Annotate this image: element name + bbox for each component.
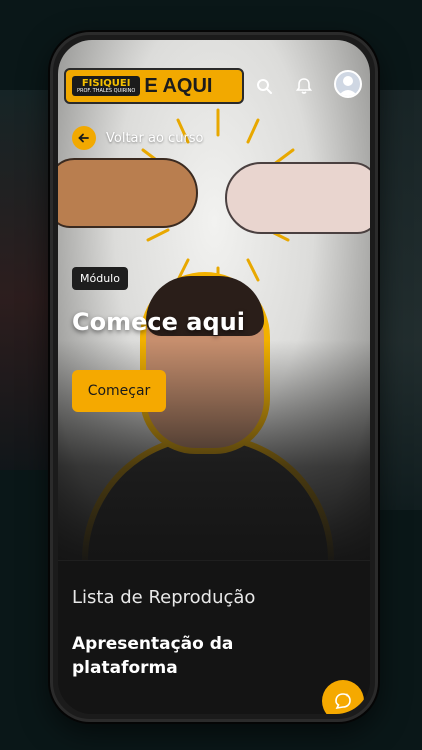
brand-logo[interactable]: FISIQUEI PROF. THALES QUIRINO E AQUI [64, 68, 244, 104]
bell-icon[interactable] [292, 74, 316, 98]
logo-badge: FISIQUEI PROF. THALES QUIRINO [72, 75, 141, 97]
playlist-item[interactable]: Apresentação da plataforma [72, 633, 302, 681]
playlist-heading: Lista de Reprodução [72, 587, 256, 608]
left-fist-illustration [58, 158, 198, 228]
right-fist-illustration [225, 162, 370, 234]
module-tag: Módulo [72, 267, 128, 290]
phone-frame: FISIQUEI PROF. THALES QUIRINO E AQUI Vol… [50, 32, 378, 722]
logo-subtitle: PROF. THALES QUIRINO [77, 87, 136, 94]
chat-bubble-icon [335, 693, 351, 710]
logo-text: E AQUI [144, 74, 213, 97]
start-button[interactable]: Começar [72, 370, 166, 412]
arrow-left-icon[interactable] [72, 126, 96, 150]
user-avatar-icon[interactable] [334, 70, 362, 98]
chat-support-button[interactable] [322, 680, 364, 714]
search-icon[interactable] [252, 74, 276, 98]
back-label: Voltar ao curso [106, 130, 204, 146]
page-title: Comece aqui [72, 308, 245, 336]
app-screen: FISIQUEI PROF. THALES QUIRINO E AQUI Vol… [58, 40, 370, 714]
app-header: FISIQUEI PROF. THALES QUIRINO E AQUI [58, 40, 370, 110]
back-to-course-link[interactable]: Voltar ao curso [72, 126, 204, 150]
hero-banner [58, 40, 370, 560]
